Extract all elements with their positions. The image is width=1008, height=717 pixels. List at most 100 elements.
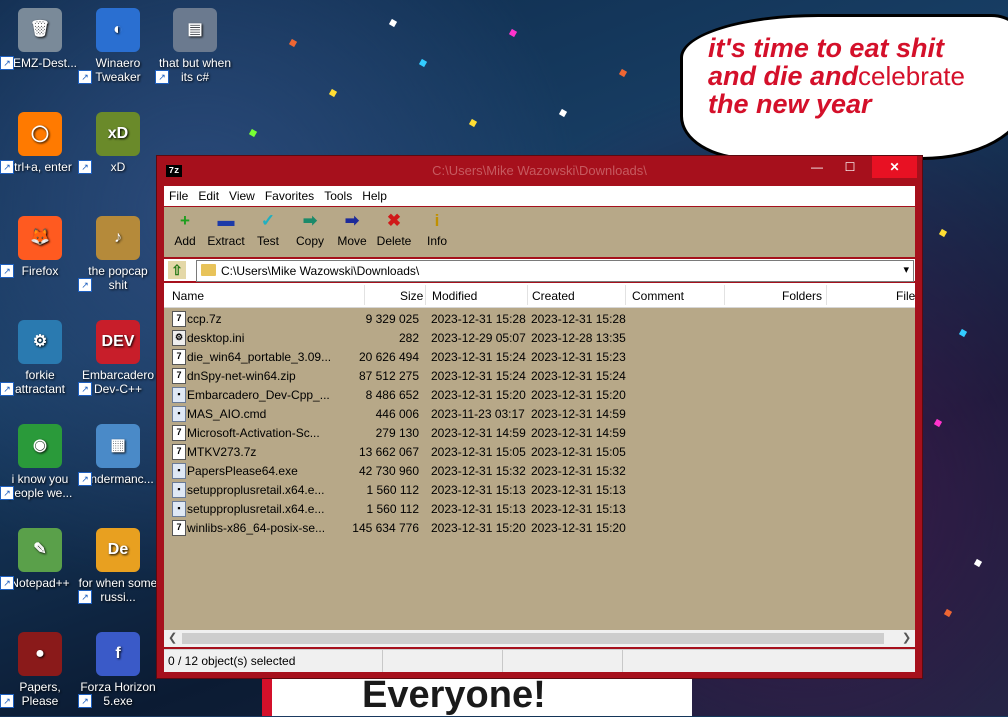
shortcut-arrow-icon: ↗ — [78, 160, 92, 174]
desktop-icon-image: xD — [96, 112, 140, 156]
desktop-icon[interactable]: ◉ ↗ i know you people we... — [0, 424, 80, 500]
column-size[interactable]: Size — [400, 289, 423, 303]
file-row[interactable]: 7 Microsoft-Activation-Sc... 279 130 2023-1… — [164, 423, 915, 442]
menu-item-view[interactable]: View — [224, 186, 260, 203]
copy-button[interactable]: ➡ Copy — [289, 211, 331, 248]
desktop-icon[interactable]: ▦ ↗ Endermanc... — [78, 424, 158, 486]
meme-line-2: and die and — [708, 61, 859, 91]
file-row[interactable]: ▪ setupproplusretail.x64.e... 1 560 112 202… — [164, 480, 915, 499]
close-button[interactable]: ✕ — [872, 156, 917, 178]
file-name: MTKV273.7z — [187, 445, 257, 459]
file-list[interactable]: Name Size Modified Created Comment Folde… — [164, 283, 915, 631]
file-name: Embarcadero_Dev-Cpp_... — [187, 388, 330, 402]
executable-icon: ▪ — [172, 463, 186, 479]
desktop-icon[interactable]: ✎ ↗ Notepad++ — [0, 528, 80, 590]
meme-text: it's time to eat shit and die andcelebra… — [708, 34, 965, 118]
desktop-icon[interactable]: xD ↗ xD — [78, 112, 158, 174]
shortcut-arrow-icon: ↗ — [0, 486, 14, 500]
address-dropdown-icon[interactable]: ▾ — [903, 263, 909, 276]
file-size: 9 329 025 — [365, 312, 419, 326]
file-row[interactable]: 7 ccp.7z 9 329 025 2023-12-31 15:28 2023-12-… — [164, 309, 915, 328]
archive-icon: 7 — [172, 425, 186, 441]
desktop-icon[interactable]: ◐ ↗ Winaero Tweaker — [78, 8, 158, 84]
file-modified: 2023-12-31 15:32 — [431, 464, 526, 478]
scrollbar-thumb[interactable] — [182, 633, 884, 644]
file-modified: 2023-12-31 14:59 — [431, 426, 526, 440]
file-modified: 2023-12-31 15:20 — [431, 521, 526, 535]
move-button[interactable]: ➡ Move — [331, 211, 373, 248]
status-bar: 0 / 12 object(s) selected — [164, 649, 915, 672]
column-modified[interactable]: Modified — [432, 289, 477, 303]
desktop-icon-image: f — [96, 632, 140, 676]
file-modified: 2023-12-31 15:13 — [431, 483, 526, 497]
desktop-icon-image: ◐ — [96, 8, 140, 52]
file-size: 1 560 112 — [366, 483, 420, 497]
column-files[interactable]: File — [896, 289, 915, 303]
bottom-banner-text: Everyone! — [362, 674, 546, 716]
file-row[interactable]: ⚙ desktop.ini 282 2023-12-29 05:07 2023-12-2… — [164, 328, 915, 347]
copy-label: Copy — [295, 234, 324, 248]
column-created[interactable]: Created — [532, 289, 575, 303]
file-row[interactable]: 7 winlibs-x86_64-posix-se... 145 634 776 20… — [164, 518, 915, 537]
desktop-icon[interactable]: De ↗ for when some russi... — [78, 528, 158, 604]
file-row[interactable]: ▪ Embarcadero_Dev-Cpp_... 8 486 652 2023-12… — [164, 385, 915, 404]
menu-item-tools[interactable]: Tools — [319, 186, 357, 203]
scroll-left-icon[interactable]: ❮ — [168, 631, 177, 644]
file-size: 282 — [398, 331, 419, 345]
file-row[interactable]: ▪ setupproplusretail.x64.e... 1 560 112 202… — [164, 499, 915, 518]
info-icon: i — [434, 211, 440, 230]
file-row[interactable]: 7 MTKV273.7z 13 662 067 2023-12-31 15:05 202… — [164, 442, 915, 461]
delete-label: Delete — [376, 234, 412, 248]
address-input[interactable]: C:\Users\Mike Wazowski\Downloads\ ▾ — [196, 260, 914, 282]
desktop-icon-image: ⚙ — [18, 320, 62, 364]
desktop-icon-image: ◉ — [18, 424, 62, 468]
settings-file-icon: ⚙ — [172, 330, 186, 346]
delete-button[interactable]: ✖ Delete — [373, 211, 415, 248]
up-folder-button[interactable]: ⇧ — [168, 261, 186, 279]
desktop-icon-image: ● — [18, 632, 62, 676]
column-name[interactable]: Name — [172, 289, 204, 303]
menu-item-file[interactable]: File — [164, 186, 193, 203]
desktop-icon[interactable]: 🦊 ↗ Firefox — [0, 216, 80, 278]
column-folders[interactable]: Folders — [782, 289, 822, 303]
file-modified: 2023-12-31 15:13 — [431, 502, 526, 516]
meme-line-1: it's time to eat shit — [708, 33, 944, 63]
desktop-icon[interactable]: ⚙ ↗ forkie attractant — [0, 320, 80, 396]
desktop-icon[interactable]: 🗑 ↗ MEMZ-Dest... — [0, 8, 80, 70]
address-text[interactable]: C:\Users\Mike Wazowski\Downloads\ — [221, 264, 419, 278]
title-bar[interactable]: 7z C:\Users\Mike Wazowski\Downloads\ — ☐… — [157, 156, 922, 186]
desktop-icon[interactable]: ♪ ↗ the popcap shit — [78, 216, 158, 292]
minimize-button[interactable]: — — [802, 156, 832, 178]
file-row[interactable]: ▪ PapersPlease64.exe 42 730 960 2023-12-31 … — [164, 461, 915, 480]
file-modified: 2023-12-31 15:20 — [431, 388, 526, 402]
shortcut-arrow-icon: ↗ — [78, 590, 92, 604]
delete-icon: ✖ — [386, 211, 402, 230]
maximize-button[interactable]: ☐ — [835, 156, 865, 178]
horizontal-scrollbar[interactable]: ❮ ❯ — [164, 630, 915, 647]
menu-item-favorites[interactable]: Favorites — [260, 186, 319, 203]
file-modified: 2023-12-31 15:28 — [431, 312, 526, 326]
add-button[interactable]: + Add — [164, 211, 206, 248]
file-modified: 2023-12-31 15:24 — [431, 369, 526, 383]
scroll-right-icon[interactable]: ❯ — [902, 631, 911, 644]
file-created: 2023-12-31 15:24 — [531, 369, 626, 383]
file-size: 446 006 — [375, 407, 419, 421]
file-row[interactable]: 7 dnSpy-net-win64.zip 87 512 275 2023-12-31… — [164, 366, 915, 385]
executable-icon: ▪ — [172, 501, 186, 517]
desktop-icon[interactable]: ▤ ↗ that but when its c# — [155, 8, 235, 84]
menu-item-edit[interactable]: Edit — [193, 186, 224, 203]
desktop-icon[interactable]: DEV ↗ Embarcadero Dev-C++ — [78, 320, 158, 396]
shortcut-arrow-icon: ↗ — [78, 694, 92, 708]
file-name: die_win64_portable_3.09... — [187, 350, 332, 364]
desktop-icon[interactable]: ◯ ↗ ctrl+a, enter — [0, 112, 80, 174]
desktop-icon[interactable]: f ↗ Forza Horizon 5.exe — [78, 632, 158, 708]
extract-button[interactable]: ▬ Extract — [205, 211, 247, 248]
test-button[interactable]: ✓ Test — [247, 211, 289, 248]
desktop-icon[interactable]: ● ↗ Papers, Please — [0, 632, 80, 708]
7zip-file-manager-window[interactable]: 7z C:\Users\Mike Wazowski\Downloads\ — ☐… — [157, 156, 922, 678]
column-comment[interactable]: Comment — [632, 289, 684, 303]
file-row[interactable]: 7 die_win64_portable_3.09... 20 626 494 202… — [164, 347, 915, 366]
menu-item-help[interactable]: Help — [357, 186, 392, 203]
info-button[interactable]: i Info — [416, 211, 458, 248]
file-row[interactable]: ▪ MAS_AIO.cmd 446 006 2023-11-23 03:17 2023-… — [164, 404, 915, 423]
